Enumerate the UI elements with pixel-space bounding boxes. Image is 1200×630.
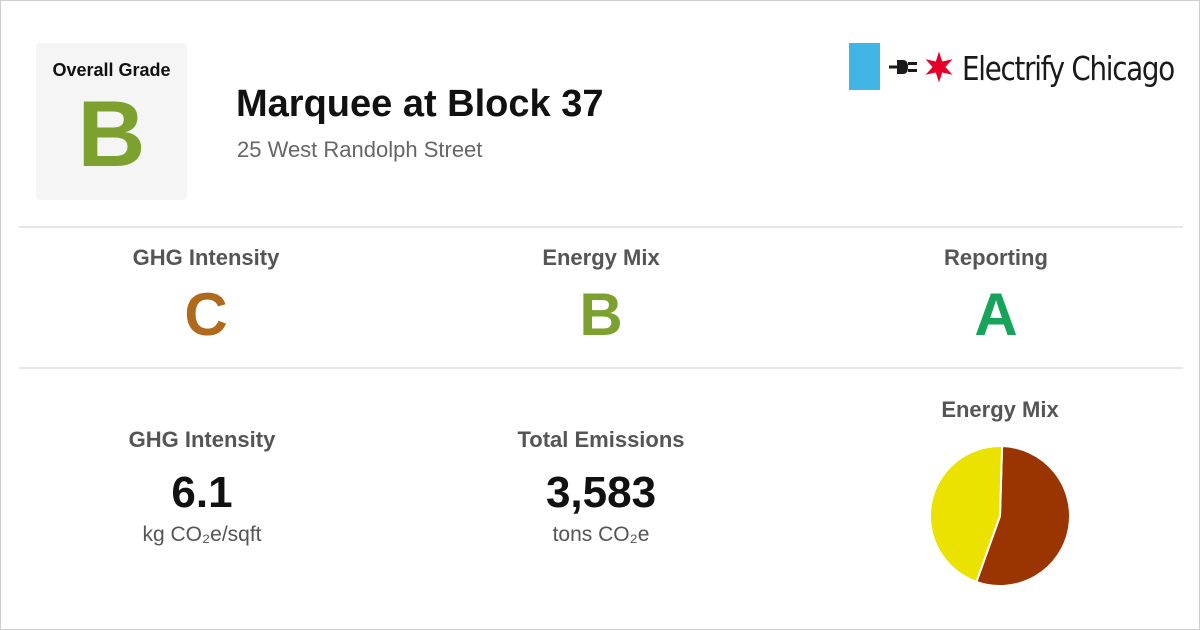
metric-total-emissions-label: Total Emissions (517, 427, 685, 452)
overall-grade-label: Overall Grade (52, 60, 171, 80)
metric-ghg-intensity-label: GHG Intensity (128, 427, 276, 452)
grade-reporting-letter: A (974, 281, 1018, 348)
energy-mix-chart-label: Energy Mix (941, 397, 1059, 422)
metric-total-emissions-value: 3,583 (545, 468, 657, 517)
grade-energy-mix: Energy Mix B (451, 245, 751, 345)
energy-mix-chart-title: Energy Mix (850, 397, 1150, 423)
metric-total-emissions-unit: tons CO₂e (552, 523, 650, 546)
grade-reporting: Reporting A (846, 245, 1146, 345)
energy-mix-pie-chart (929, 444, 1071, 587)
grade-energy-mix-letter: B (579, 281, 623, 348)
overall-grade-box: Overall Grade B (36, 43, 187, 200)
building-address: 25 West Randolph Street (237, 137, 483, 162)
logo-text: Electrify Chicago (962, 49, 1175, 88)
grade-ghg-intensity: GHG Intensity C (56, 245, 356, 345)
metric-ghg-intensity-unit: kg CO₂e/sqft (142, 523, 262, 546)
grade-energy-mix-label: Energy Mix (542, 245, 660, 270)
metric-ghg-intensity-value: 6.1 (171, 468, 233, 517)
plug-icon (889, 60, 917, 74)
grade-reporting-label: Reporting (944, 245, 1048, 270)
metric-ghg-intensity: GHG Intensity 6.1 kg CO₂e/sqft (52, 427, 352, 547)
overall-grade-letter: B (77, 81, 146, 186)
divider-bottom (19, 367, 1183, 369)
divider-top (19, 226, 1183, 228)
grade-ghg-intensity-letter: C (184, 281, 228, 348)
metric-total-emissions: Total Emissions 3,583 tons CO₂e (451, 427, 751, 547)
chicago-star-icon (925, 51, 953, 83)
building-name: Marquee at Block 37 (236, 83, 604, 125)
building-card: Overall Grade B Marquee at Block 37 25 W… (0, 0, 1200, 630)
logo-blue-block (849, 43, 880, 90)
grade-ghg-intensity-label: GHG Intensity (132, 245, 280, 270)
electrify-chicago-logo[interactable]: Electrify Chicago (849, 43, 1179, 91)
